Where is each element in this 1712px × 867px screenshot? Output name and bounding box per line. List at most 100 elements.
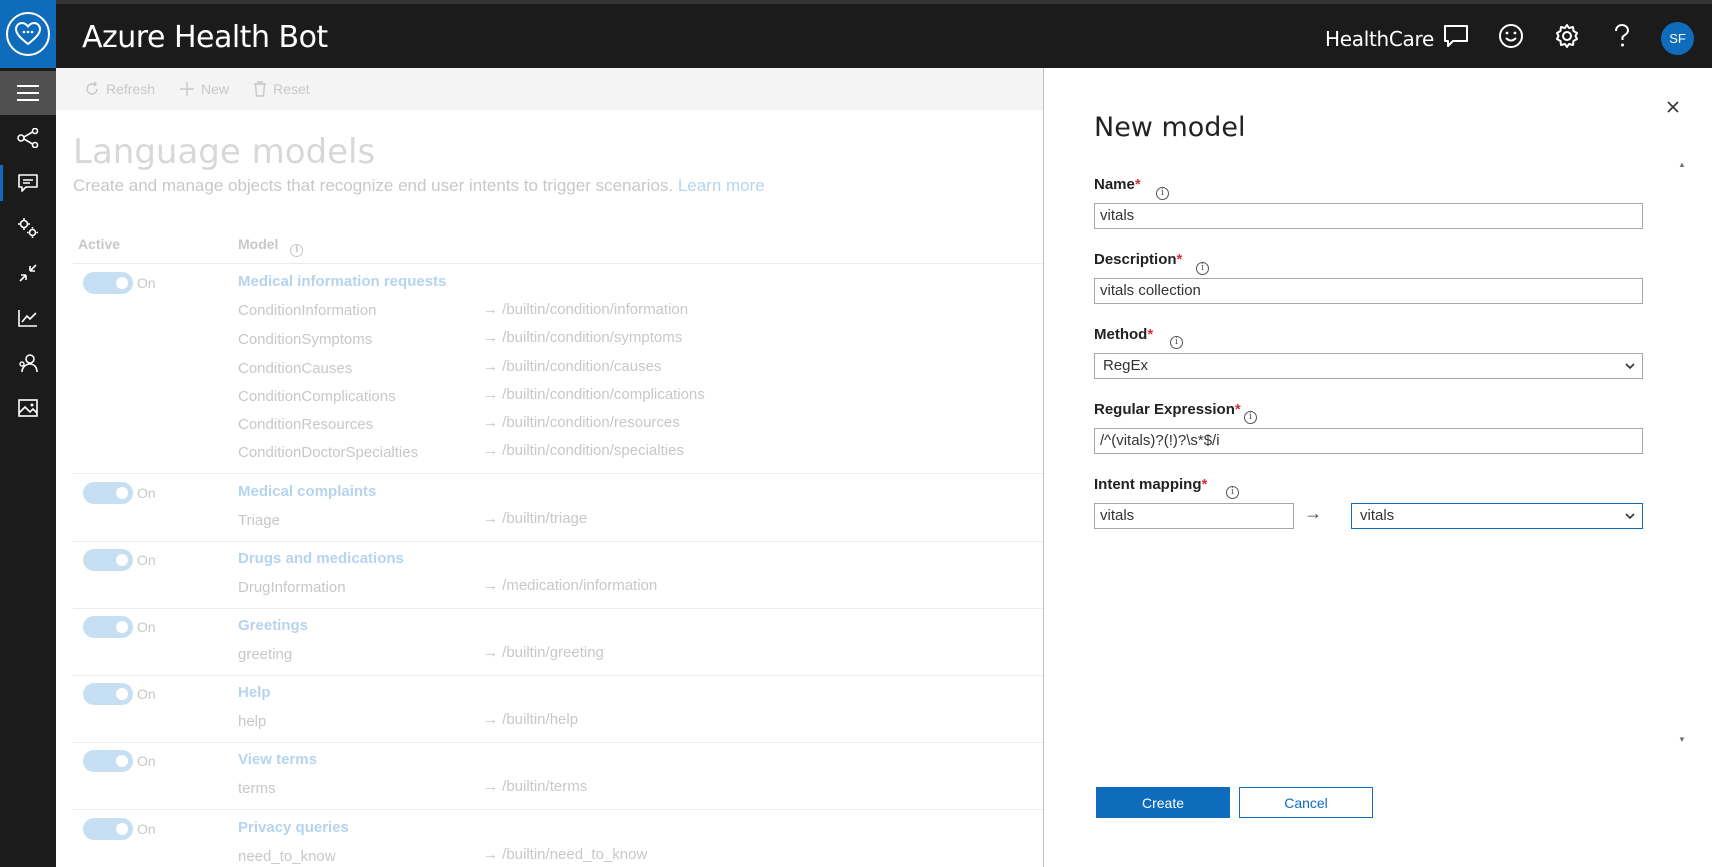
active-toggle[interactable] <box>83 549 133 571</box>
description-label: Description* <box>1094 251 1182 268</box>
cancel-button[interactable]: Cancel <box>1239 787 1373 818</box>
group-name[interactable]: Medical information requests <box>238 273 446 290</box>
gear-icon[interactable] <box>1553 22 1581 50</box>
intent-route: → /builtin/help <box>483 711 579 728</box>
intent-name: help <box>238 713 267 730</box>
info-icon[interactable]: i <box>1170 336 1183 349</box>
intent-route: → /builtin/greeting <box>483 644 604 661</box>
reset-label: Reset <box>273 81 310 97</box>
column-model-label: Model <box>238 236 279 252</box>
refresh-label: Refresh <box>106 81 156 97</box>
intent-name: ConditionComplications <box>238 388 396 405</box>
scroll-down-icon[interactable]: ▼ <box>1677 735 1687 745</box>
refresh-button[interactable]: Refresh <box>84 81 155 97</box>
intent-route: → /builtin/condition/complications <box>483 386 705 403</box>
intent-target-select[interactable]: vitals <box>1351 503 1643 529</box>
learn-more-link[interactable]: Learn more <box>678 176 765 195</box>
subtitle-text: Create and manage objects that recognize… <box>73 176 674 195</box>
heart-chat-icon <box>6 12 50 56</box>
new-model-panel: New model ▲ ▼ Name* i vitals Description… <box>1043 68 1712 867</box>
analytics-icon[interactable] <box>0 296 56 340</box>
intent-name: Triage <box>238 512 280 529</box>
name-label-text: Name <box>1094 176 1135 193</box>
smiley-icon[interactable] <box>1497 22 1525 50</box>
chat-icon[interactable] <box>1442 22 1470 50</box>
intent-route: → /builtin/condition/specialties <box>483 442 684 459</box>
intent-route: → /builtin/condition/causes <box>483 358 662 375</box>
intent-mapping-label-text: Intent mapping <box>1094 476 1202 493</box>
active-toggle[interactable] <box>83 272 133 294</box>
intent-mapping-label: Intent mapping* <box>1094 476 1207 493</box>
name-field[interactable]: vitals <box>1094 203 1643 229</box>
intent-name: terms <box>238 780 276 797</box>
users-icon[interactable] <box>0 341 56 385</box>
description-field[interactable]: vitals collection <box>1094 278 1643 304</box>
scroll-up-icon[interactable]: ▲ <box>1677 160 1687 170</box>
divider <box>73 263 1046 264</box>
info-icon[interactable]: i <box>1244 411 1257 424</box>
hamburger-menu-icon[interactable] <box>0 71 56 115</box>
top-bar: Azure Health Bot HealthCare SF <box>0 0 1712 68</box>
toggle-label: On <box>137 275 156 291</box>
divider <box>73 473 1046 474</box>
group-name[interactable]: View terms <box>238 751 317 768</box>
info-icon[interactable]: i <box>1156 187 1169 200</box>
integration-icon[interactable] <box>0 206 56 250</box>
toggle-label: On <box>137 619 156 635</box>
chevron-down-icon <box>1624 359 1636 376</box>
active-toggle[interactable] <box>83 683 133 705</box>
new-button[interactable]: New <box>179 81 229 97</box>
group-name[interactable]: Drugs and medications <box>238 550 404 567</box>
chevron-down-icon <box>1624 509 1636 526</box>
toggle-label: On <box>137 552 156 568</box>
active-toggle[interactable] <box>83 616 133 638</box>
create-button[interactable]: Create <box>1096 787 1230 818</box>
group-name[interactable]: Medical complaints <box>238 483 376 500</box>
active-toggle[interactable] <box>83 482 133 504</box>
scenarios-icon[interactable] <box>0 116 56 160</box>
method-label: Method* <box>1094 326 1153 343</box>
toggle-label: On <box>137 753 156 769</box>
regex-field[interactable]: /^(vitals)?(!)?\s*$/i <box>1094 428 1643 454</box>
intent-field[interactable]: vitals <box>1094 503 1294 529</box>
toggle-label: On <box>137 686 156 702</box>
trash-icon <box>254 81 267 97</box>
refresh-icon <box>86 81 98 95</box>
method-select[interactable]: RegEx <box>1094 353 1643 379</box>
info-icon[interactable]: i <box>1226 486 1239 499</box>
app-title: Azure Health Bot <box>82 20 328 55</box>
intent-name: ConditionInformation <box>238 302 377 319</box>
group-name[interactable]: Help <box>238 684 271 701</box>
divider <box>73 809 1046 810</box>
divider <box>73 541 1046 542</box>
intent-route: → /builtin/condition/resources <box>483 414 680 431</box>
app-logo[interactable] <box>0 0 56 68</box>
language-models-page: Refresh New Reset Language models Create… <box>56 68 1046 867</box>
required-mark: * <box>1134 176 1141 193</box>
intent-route: → /medication/information <box>483 577 658 594</box>
group-name[interactable]: Greetings <box>238 617 308 634</box>
left-rail <box>0 68 56 867</box>
active-toggle[interactable] <box>83 750 133 772</box>
page-title: Language models <box>73 132 376 172</box>
close-icon[interactable] <box>1662 96 1684 118</box>
avatar[interactable]: SF <box>1661 22 1694 55</box>
info-icon[interactable]: i <box>1196 262 1209 275</box>
divider <box>73 742 1046 743</box>
image-icon[interactable] <box>0 386 56 430</box>
info-icon[interactable]: i <box>290 244 304 257</box>
command-bar: Refresh New Reset <box>56 68 1046 110</box>
toggle-label: On <box>137 485 156 501</box>
tenant-name[interactable]: HealthCare <box>1325 27 1434 51</box>
active-toggle[interactable] <box>83 818 133 840</box>
group-name[interactable]: Privacy queries <box>238 819 349 836</box>
reset-button[interactable]: Reset <box>253 81 310 97</box>
browser-strip <box>55 0 1712 4</box>
intent-route: → /builtin/triage <box>483 510 588 527</box>
intent-name: ConditionDoctorSpecialties <box>238 444 419 461</box>
intent-target-value: vitals <box>1360 507 1395 524</box>
regex-label-text: Regular Expression <box>1094 401 1235 418</box>
language-models-icon[interactable] <box>0 161 56 205</box>
help-icon[interactable] <box>1608 22 1636 50</box>
resize-icon[interactable] <box>0 251 56 295</box>
